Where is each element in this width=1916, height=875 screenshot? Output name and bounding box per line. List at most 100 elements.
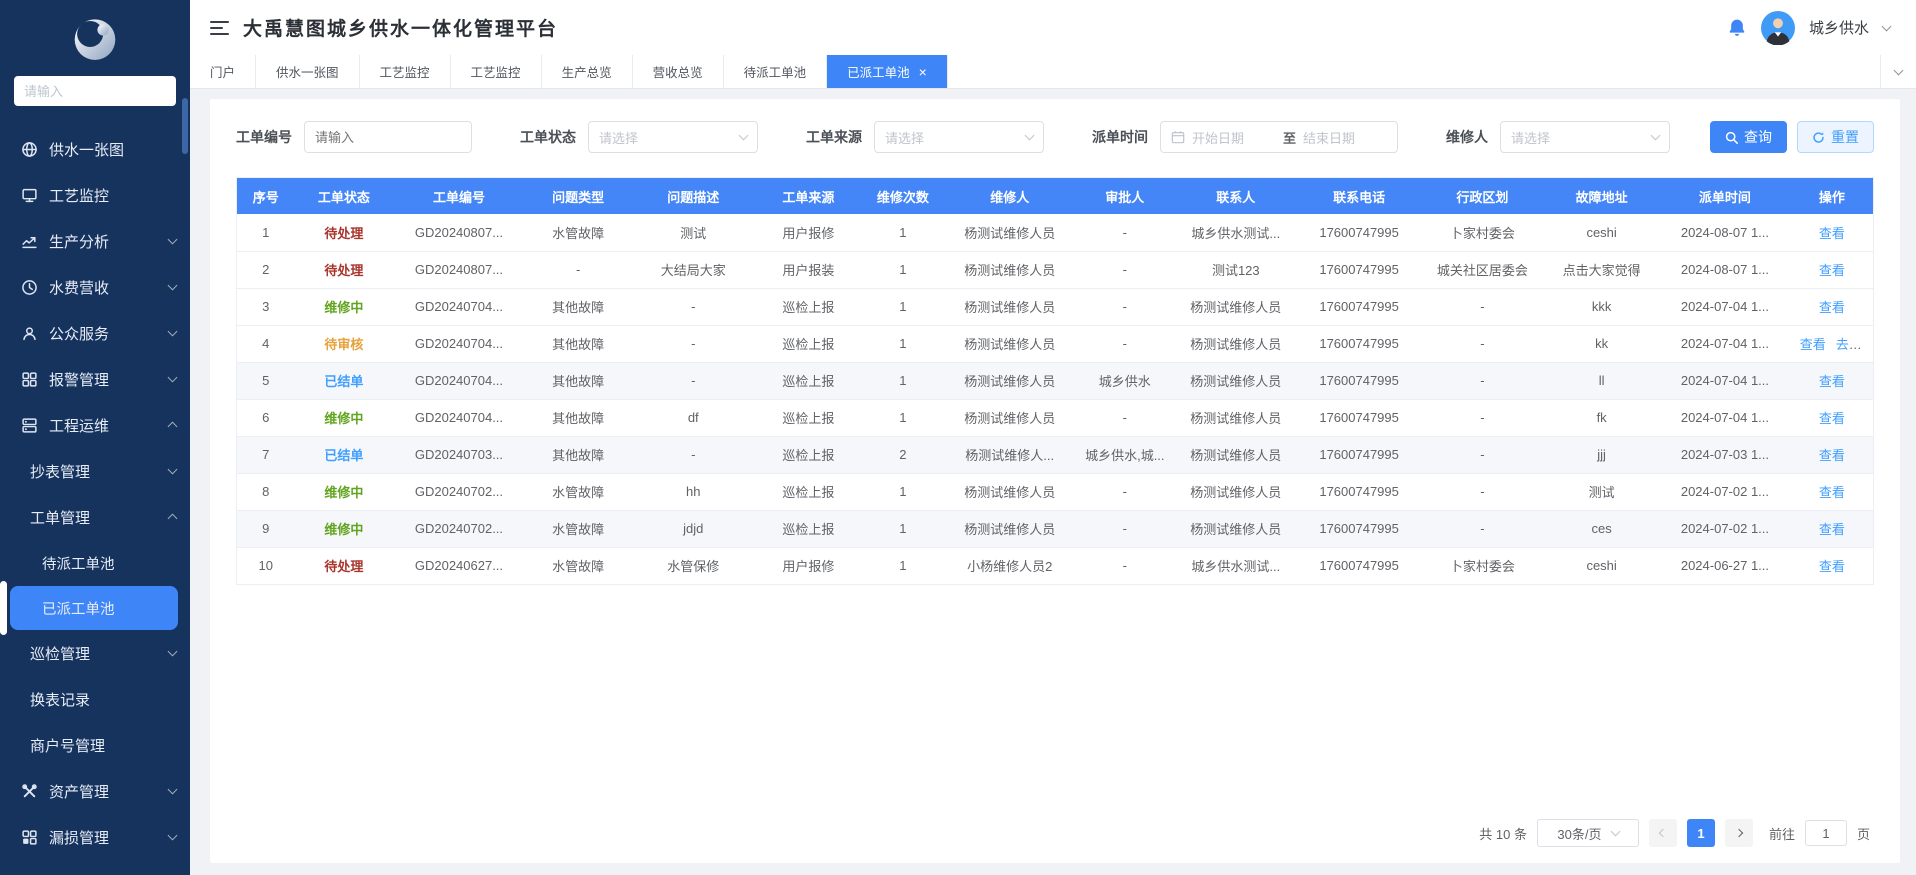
avatar[interactable] <box>1761 11 1795 45</box>
sidebar-search-input[interactable] <box>14 76 176 106</box>
gauge-icon <box>20 278 38 296</box>
action-link[interactable]: 查看 <box>1819 300 1845 315</box>
chevron-left-icon <box>1659 829 1667 837</box>
cell: GD20240807... <box>393 214 525 251</box>
username[interactable]: 城乡供水 <box>1809 17 1869 38</box>
tab-6[interactable]: 待派工单池 <box>724 55 828 88</box>
action-link[interactable]: 查看 <box>1819 522 1845 537</box>
alarm-grid-icon <box>20 370 38 388</box>
page-size-select[interactable]: 30条/页 <box>1537 819 1639 847</box>
end-date-placeholder: 结束日期 <box>1303 128 1387 147</box>
cell: GD20240702... <box>393 510 525 547</box>
sidebar-item-8[interactable]: 工单管理 <box>0 494 190 540</box>
sidebar-item-11[interactable]: 巡检管理 <box>0 630 190 676</box>
sidebar-item-15[interactable]: 漏损管理 <box>0 814 190 860</box>
action-link[interactable]: 查看 <box>1819 374 1845 389</box>
search-button-label: 查询 <box>1744 127 1772 147</box>
sidebar-item-1[interactable]: 工艺监控 <box>0 172 190 218</box>
cell: 17600747995 <box>1297 399 1420 436</box>
action-link[interactable]: 查看 <box>1819 559 1845 574</box>
cell: - <box>632 288 755 325</box>
cell: 杨测试维修人员 <box>1174 399 1297 436</box>
cell: 杨测试维修人员 <box>944 510 1076 547</box>
search-button[interactable]: 查询 <box>1710 121 1787 153</box>
tab-close-icon[interactable]: × <box>919 65 927 79</box>
order-no-input[interactable] <box>304 121 472 153</box>
order-status-select[interactable]: 请选择 <box>588 121 758 153</box>
prev-page-button[interactable] <box>1649 819 1677 847</box>
sidebar-item-label: 水费营收 <box>49 277 109 298</box>
cell: 3 <box>237 288 295 325</box>
reset-button[interactable]: 重置 <box>1797 121 1874 153</box>
sidebar-item-5[interactable]: 报警管理 <box>0 356 190 402</box>
chevron-down-icon <box>168 327 178 337</box>
cell: 杨测试维修人员 <box>1174 325 1297 362</box>
filter-label: 维修人 <box>1446 127 1488 147</box>
pagination: 共 10 条 30条/页 1 前往 页 <box>236 809 1874 849</box>
tab-2[interactable]: 工艺监控 <box>360 55 451 88</box>
user-chevron-down-icon[interactable] <box>1882 21 1892 31</box>
cell: 水管故障 <box>525 510 632 547</box>
chevron-up-icon <box>168 514 178 524</box>
wrench-icon <box>20 782 38 800</box>
next-page-button[interactable] <box>1725 819 1753 847</box>
sidebar-item-13[interactable]: 商户号管理 <box>0 722 190 768</box>
action-link[interactable]: 查看 <box>1819 263 1845 278</box>
cell: GD20240807... <box>393 251 525 288</box>
cell: 1 <box>862 547 944 584</box>
action-link[interactable]: 查看 <box>1819 448 1845 463</box>
action-link[interactable]: 查看 <box>1819 226 1845 241</box>
cell: 城乡供水,城... <box>1075 436 1174 473</box>
column-header: 问题类型 <box>525 178 632 214</box>
tab-4[interactable]: 生产总览 <box>542 55 633 88</box>
sidebar-item-3[interactable]: 水费营收 <box>0 264 190 310</box>
actions-cell: 查看 <box>1791 362 1873 399</box>
sidebar-item-10[interactable]: 已派工单池 <box>10 586 178 630</box>
page-number-current[interactable]: 1 <box>1687 819 1715 847</box>
sidebar-item-14[interactable]: 资产管理 <box>0 768 190 814</box>
sidebar-item-label: 报警管理 <box>49 369 109 390</box>
sidebar-item-2[interactable]: 生产分析 <box>0 218 190 264</box>
order-source-select[interactable]: 请选择 <box>874 121 1044 153</box>
tab-5[interactable]: 营收总览 <box>633 55 724 88</box>
chevron-right-icon <box>1735 829 1743 837</box>
action-link[interactable]: 查看 <box>1800 337 1826 352</box>
tab-7[interactable]: 已派工单池× <box>827 55 948 88</box>
tab-3[interactable]: 工艺监控 <box>451 55 542 88</box>
sidebar-item-4[interactable]: 公众服务 <box>0 310 190 356</box>
sidebar-item-6[interactable]: 工程运维 <box>0 402 190 448</box>
cell: 杨测试维修人员 <box>1174 362 1297 399</box>
notification-bell-icon[interactable] <box>1727 18 1747 38</box>
goto-page-input[interactable] <box>1805 820 1847 846</box>
tab-overflow-dropdown[interactable] <box>1880 55 1916 88</box>
cell: 2024-06-27 1... <box>1659 547 1791 584</box>
sidebar-item-7[interactable]: 抄表管理 <box>0 448 190 494</box>
sidebar-item-12[interactable]: 换表记录 <box>0 676 190 722</box>
tab-label: 工艺监控 <box>380 62 430 81</box>
sidebar-scrollbar[interactable] <box>182 98 188 154</box>
tab-1[interactable]: 供水一张图 <box>256 55 360 88</box>
hamburger-menu-icon[interactable] <box>210 20 229 36</box>
sidebar-item-9[interactable]: 待派工单池 <box>0 540 190 586</box>
table-row: 3维修中GD20240704...其他故障-巡检上报1杨测试维修人员-杨测试维修… <box>237 288 1873 325</box>
action-link[interactable]: 去审核 <box>1836 337 1873 352</box>
action-link[interactable]: 查看 <box>1819 411 1845 426</box>
repairer-select[interactable]: 请选择 <box>1500 121 1670 153</box>
sidebar-item-0[interactable]: 供水一张图 <box>0 126 190 172</box>
cell: 杨测试维修人员 <box>944 288 1076 325</box>
column-header: 问题描述 <box>632 178 755 214</box>
status-badge: 待审核 <box>295 325 394 362</box>
sidebar-item-label: 生产分析 <box>49 231 109 252</box>
app-logo <box>0 0 190 70</box>
action-link[interactable]: 查看 <box>1819 485 1845 500</box>
cell: 杨测试维修人员 <box>1174 473 1297 510</box>
dispatch-time-range-picker[interactable]: 开始日期 至 结束日期 <box>1160 121 1398 153</box>
cell: 水管故障 <box>525 214 632 251</box>
column-header: 派单时间 <box>1659 178 1791 214</box>
cell: ces <box>1544 510 1659 547</box>
column-header: 联系人 <box>1174 178 1297 214</box>
cell: 1 <box>862 473 944 510</box>
tab-0[interactable]: 门户 <box>190 55 256 88</box>
empty-space <box>236 585 1874 810</box>
cell: GD20240702... <box>393 473 525 510</box>
